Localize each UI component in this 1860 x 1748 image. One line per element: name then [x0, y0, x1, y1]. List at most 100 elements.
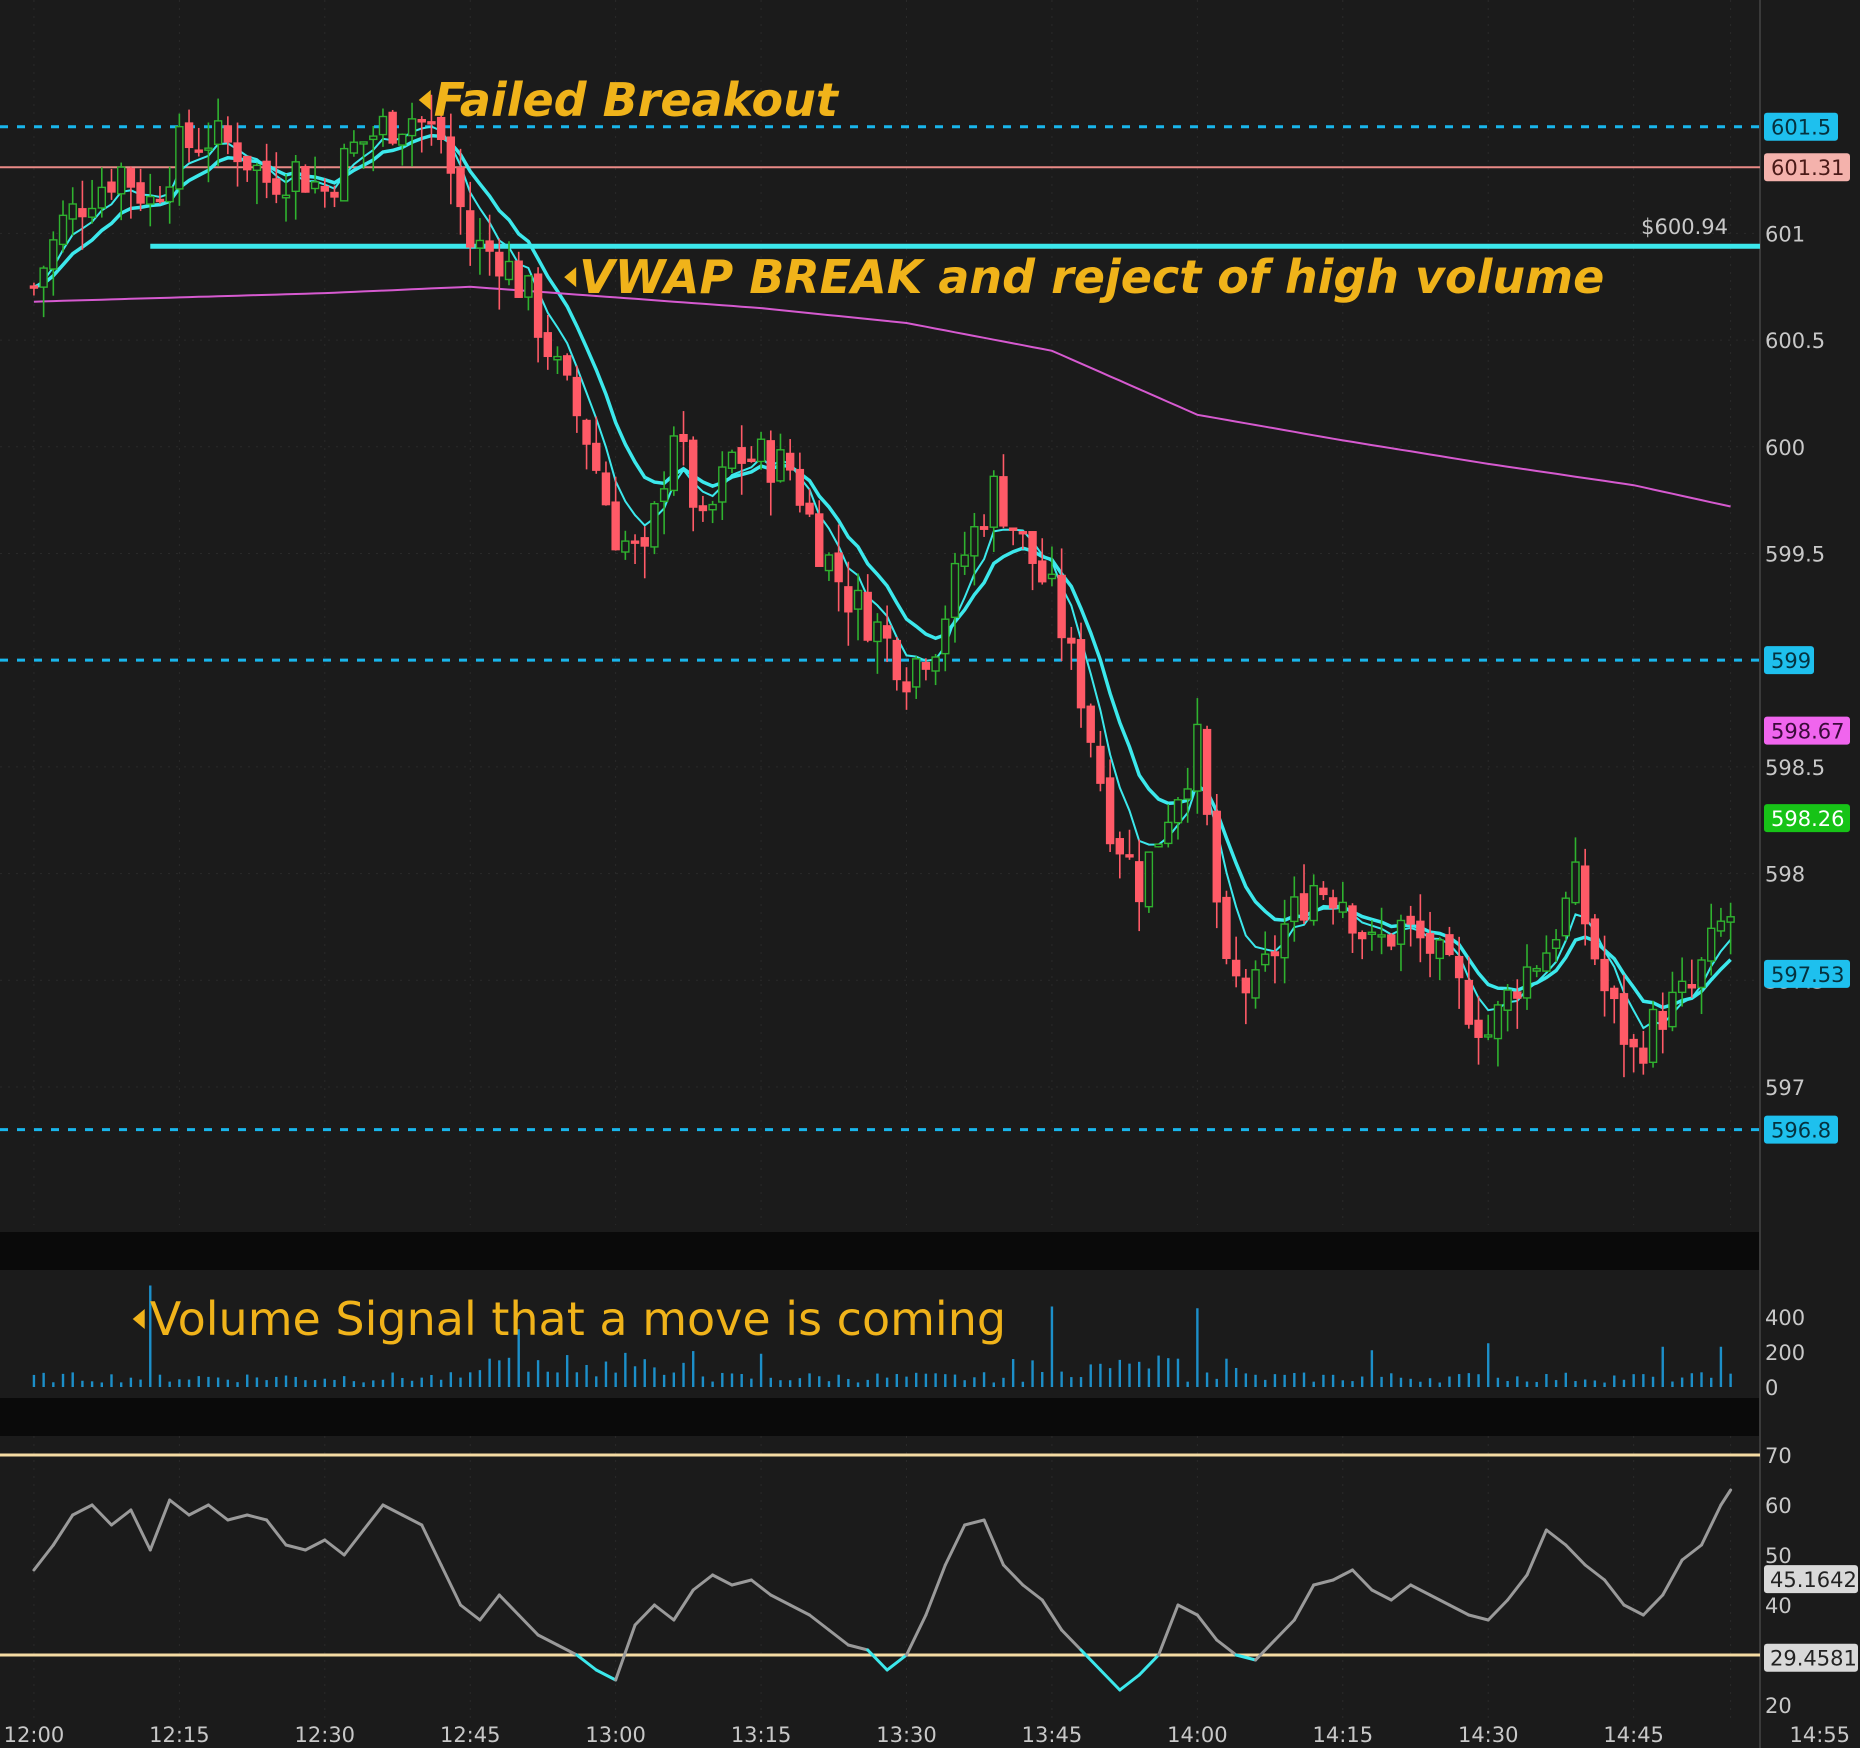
volume-bar — [469, 1372, 472, 1387]
volume-bar — [187, 1379, 191, 1387]
volume-bar — [1671, 1381, 1674, 1387]
candle-body-down — [330, 191, 339, 198]
candle-body-up — [669, 435, 679, 492]
candle-body-up — [621, 540, 630, 553]
candle-body-down — [272, 178, 281, 195]
candle-body-down — [785, 452, 795, 471]
price-tick-label: 598.5 — [1765, 756, 1825, 780]
volume-bar — [1438, 1382, 1441, 1387]
volume-bar — [1089, 1364, 1092, 1387]
candle-body-down — [1610, 987, 1619, 1000]
volume-bar — [692, 1351, 695, 1387]
volume-bar — [313, 1380, 317, 1387]
candle-body-down — [601, 472, 611, 506]
candle-body-down — [194, 149, 203, 153]
candle-body-up — [1542, 952, 1551, 972]
candle-body-down — [456, 167, 465, 208]
volume-bar — [527, 1371, 530, 1387]
candle-body-down — [233, 142, 242, 163]
volume-annotation-text: Volume Signal that a move is coming — [150, 1292, 1006, 1346]
volume-bar — [110, 1374, 113, 1387]
candle-body-down — [979, 526, 989, 530]
candle-body-down — [795, 468, 805, 506]
candle-body-down — [572, 376, 582, 417]
volume-bar — [52, 1382, 55, 1387]
candle-body-down — [1406, 915, 1415, 925]
volume-bar — [498, 1360, 501, 1387]
candle-body-down — [1028, 531, 1037, 564]
candle-body-up — [1338, 901, 1347, 913]
volume-bar — [1719, 1346, 1723, 1387]
volume-bar — [1419, 1381, 1422, 1387]
candle-body-down — [466, 210, 475, 248]
x-tick-label: 14:00 — [1167, 1723, 1228, 1747]
volume-bar — [1050, 1306, 1054, 1387]
rsi-panel[interactable] — [0, 1436, 1760, 1718]
candle-body-down — [582, 419, 591, 445]
candle-body-down — [815, 513, 824, 567]
candle-body-down — [611, 501, 620, 551]
price-panel[interactable] — [0, 0, 1760, 1225]
price-level-badge-label: 596.8 — [1771, 1119, 1831, 1143]
candle-body-down — [892, 639, 902, 681]
candle-body-up — [776, 449, 785, 482]
volume-bar — [895, 1374, 899, 1387]
volume-bar — [604, 1361, 608, 1387]
volume-bar — [178, 1379, 181, 1387]
volume-bar — [372, 1380, 375, 1387]
candle-body-up — [1154, 843, 1163, 848]
candle-body-down — [1600, 958, 1609, 992]
candle-body-up — [1377, 934, 1386, 938]
candle-body-down — [630, 540, 640, 544]
volume-bar — [381, 1379, 385, 1387]
candle-body-down — [126, 168, 136, 188]
volume-bar — [575, 1372, 579, 1387]
candle-body-up — [407, 118, 417, 137]
candle-body-down — [737, 447, 746, 464]
volume-bar — [1128, 1363, 1131, 1387]
candle-body-up — [824, 554, 834, 572]
volume-bar — [1729, 1373, 1732, 1387]
candle-body-down — [417, 119, 426, 123]
volume-bar — [488, 1358, 491, 1387]
candle-body-up — [359, 141, 368, 145]
volume-bar — [226, 1379, 230, 1387]
candle-body-up — [87, 207, 97, 218]
volume-bar — [963, 1380, 966, 1387]
candle-body-down — [1096, 745, 1105, 784]
candle-body-down — [388, 111, 397, 144]
x-tick-label: 14:45 — [1603, 1723, 1664, 1747]
volume-bar — [1302, 1372, 1306, 1387]
volume-bar — [1322, 1374, 1325, 1387]
volume-bar — [1341, 1380, 1344, 1387]
volume-bar — [323, 1378, 326, 1387]
candle-body-up — [252, 164, 262, 171]
volume-bar — [1205, 1372, 1209, 1387]
candle-body-up — [970, 526, 979, 557]
candle-body-down — [446, 136, 456, 174]
candle-body-up — [650, 503, 659, 548]
candle-body-up — [1697, 959, 1706, 989]
candle-body-down — [514, 260, 523, 298]
candle-body-up — [1183, 788, 1192, 800]
volume-bar — [216, 1377, 220, 1387]
volume-bar — [129, 1377, 133, 1387]
volume-bar — [1225, 1358, 1228, 1387]
volume-bar — [1380, 1376, 1383, 1387]
candle-body-down — [747, 458, 756, 463]
x-tick-label: 13:15 — [731, 1723, 792, 1747]
volume-bar — [333, 1379, 336, 1387]
candle-body-down — [29, 285, 39, 289]
candle-body-down — [1134, 861, 1144, 903]
volume-bar — [478, 1370, 482, 1387]
volume-bar — [1118, 1359, 1122, 1387]
candle-body-down — [1474, 1019, 1483, 1038]
candle-body-up — [310, 181, 320, 190]
candle-body-up — [378, 115, 388, 136]
volume-bar — [982, 1372, 986, 1387]
candle-body-up — [1047, 573, 1057, 580]
volume-bar — [1031, 1360, 1034, 1387]
candle-body-up — [1493, 1004, 1503, 1040]
volume-bar — [1535, 1381, 1538, 1387]
volume-bar — [682, 1362, 685, 1387]
